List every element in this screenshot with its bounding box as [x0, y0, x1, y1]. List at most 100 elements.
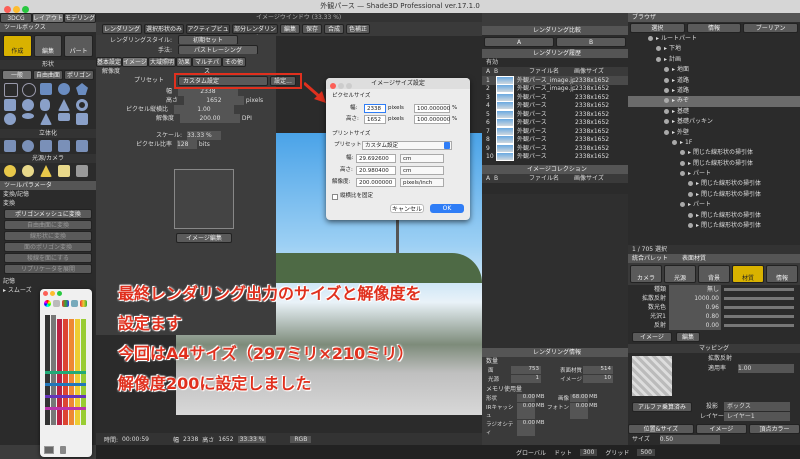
global-label[interactable]: グローバル	[516, 448, 546, 457]
ok-button[interactable]: OK	[430, 204, 464, 213]
box-tool-icon[interactable]	[4, 99, 16, 111]
boolean-tool-icon[interactable]	[76, 140, 88, 152]
status-mode[interactable]: RGB	[290, 435, 312, 443]
eye-icon[interactable]	[688, 181, 693, 187]
scale-select[interactable]: 33.33 %	[186, 131, 221, 140]
eye-icon[interactable]	[664, 119, 669, 125]
browser-tree-item[interactable]: ▸ パート	[628, 200, 800, 210]
material-row-value[interactable]: 1000.00	[669, 294, 721, 303]
expand-icon[interactable]: ▸	[688, 149, 691, 156]
maximize-icon[interactable]	[345, 82, 352, 89]
eye-icon[interactable]	[664, 129, 669, 135]
pencils-graphic[interactable]	[43, 311, 89, 429]
eye-icon[interactable]	[680, 160, 685, 166]
history-row[interactable]: 3 外観パース 2338x1652	[482, 93, 628, 102]
dot-value[interactable]: 300	[579, 448, 598, 456]
tab-modeling[interactable]: モデリング	[64, 13, 96, 23]
dlg-preset-select[interactable]: カスタム設定	[362, 141, 452, 150]
tab-freeform[interactable]: 自由曲面	[33, 70, 63, 80]
history-row[interactable]: 8 外観パース 2338x1652	[482, 135, 628, 144]
expand-icon[interactable]: ▸	[672, 77, 675, 84]
eye-icon[interactable]	[688, 212, 693, 218]
disc-tool-icon[interactable]	[22, 113, 34, 119]
expand-icon[interactable]: ▸	[672, 108, 675, 115]
browser-tree-item[interactable]: ▸ 道路	[628, 76, 800, 86]
to-polymesh-button[interactable]: ポリゴンメッシュに変換	[4, 209, 92, 219]
image-dropdown[interactable]: イメージ	[632, 332, 672, 342]
history-row[interactable]: 5 外観パース 2338x1652	[482, 110, 628, 119]
browser-tree-item[interactable]: ▸ 外壁	[628, 128, 800, 138]
method-select[interactable]: パストレーシング	[177, 45, 258, 54]
close-icon[interactable]	[4, 5, 11, 13]
composite-button[interactable]: 合成	[324, 24, 344, 34]
expand-icon[interactable]: ▸	[672, 87, 675, 94]
bits-value[interactable]: 128	[176, 140, 197, 149]
size-value[interactable]: 0.50	[659, 435, 720, 444]
spot-light-icon[interactable]	[40, 165, 52, 177]
image-edit-button[interactable]: イメージ編集	[176, 233, 232, 243]
material-slider[interactable]	[724, 288, 794, 291]
dlg-ph-unit-select[interactable]: cm	[400, 166, 444, 175]
eye-icon[interactable]	[688, 191, 693, 197]
history-row[interactable]: 10 外観パース 2338x1652	[482, 152, 628, 161]
browser-tree-item[interactable]: ▸ 閉じた線形状の掃引体	[628, 179, 800, 189]
dlg-width-input[interactable]: 2338	[364, 104, 386, 113]
eye-icon[interactable]	[680, 150, 685, 156]
camera-tool-icon[interactable]	[76, 165, 88, 177]
area-light-icon[interactable]	[58, 165, 70, 177]
material-slider[interactable]	[724, 315, 794, 318]
expand-icon[interactable]: ▸	[696, 191, 699, 198]
alpha-premultiplied-button[interactable]: アルファ乗算済み	[632, 402, 692, 412]
tab-image[interactable]: イメージ	[695, 424, 747, 434]
plane-tool-icon[interactable]	[58, 113, 70, 121]
render-button[interactable]: レンダリング	[102, 24, 142, 34]
browser-tree-item[interactable]: ▸ 地面	[628, 65, 800, 75]
tab-image[interactable]: イメージ	[122, 57, 148, 67]
pencils-icon[interactable]	[80, 300, 87, 307]
sun-light-icon[interactable]	[4, 165, 16, 177]
edit-dropdown[interactable]: 編集	[676, 332, 700, 342]
eyedropper-icon[interactable]	[60, 446, 66, 454]
color-palette-icon[interactable]	[62, 300, 69, 307]
material-slider[interactable]	[724, 324, 794, 327]
material-row-value[interactable]: 0.80	[669, 312, 721, 321]
eye-icon[interactable]	[664, 67, 669, 73]
pyramid-tool-icon[interactable]	[40, 113, 52, 125]
dlg-pw-input[interactable]: 29.692600	[356, 154, 396, 163]
grid-value[interactable]: 500	[637, 448, 655, 456]
maximize-icon[interactable]	[22, 5, 30, 13]
maximize-icon[interactable]	[56, 291, 62, 296]
expand-icon[interactable]: ▸	[688, 160, 691, 167]
browser-tree-item[interactable]: ▸ 基礎	[628, 107, 800, 117]
eye-icon[interactable]	[664, 108, 669, 114]
to-freeform-button[interactable]: 自由曲面に変換	[4, 220, 92, 230]
dpi-value[interactable]: 200.00	[179, 114, 240, 123]
circle-tool-icon[interactable]	[58, 83, 70, 95]
close-icon[interactable]	[330, 82, 336, 89]
polygon-tool-icon[interactable]	[76, 83, 88, 95]
expand-icon[interactable]: ▸	[664, 45, 667, 52]
browser-tree-item[interactable]: ▸ パート	[628, 169, 800, 179]
tab-other[interactable]: その他	[222, 57, 246, 67]
tab-3dcg[interactable]: 3DCG	[0, 13, 32, 23]
to-line-button[interactable]: 線形状に変換	[4, 231, 92, 241]
save-button[interactable]: 保存	[302, 24, 322, 34]
history-row[interactable]: 9 外観パース 2338x1652	[482, 144, 628, 153]
partial-render-checkbox[interactable]: 部分レンダリング	[232, 24, 278, 42]
loft-tool-icon[interactable]	[58, 140, 70, 152]
keep-ratio-checkbox[interactable]	[332, 194, 338, 200]
history-row[interactable]: 6 外観パース 2338x1652	[482, 118, 628, 127]
tab-info[interactable]: 情報	[686, 23, 742, 33]
tab-position-size[interactable]: 位置&サイズ	[628, 424, 694, 434]
create-button[interactable]: 作成	[3, 35, 32, 57]
tab-multipass[interactable]: マルチパス	[192, 57, 222, 75]
history-row[interactable]: 4 外観パース 2338x1652	[482, 101, 628, 110]
extrude-tool-icon[interactable]	[4, 140, 16, 152]
cancel-button[interactable]: キャンセル	[390, 204, 424, 213]
eye-icon[interactable]	[680, 202, 685, 208]
camera-tab[interactable]: カメラ	[630, 265, 662, 283]
eye-icon[interactable]	[688, 223, 693, 229]
tab-basic[interactable]: 基本設定	[96, 57, 122, 67]
dlg-height-pct-input[interactable]: 100.000000	[414, 115, 450, 124]
tab-general[interactable]: 一般	[2, 70, 32, 80]
